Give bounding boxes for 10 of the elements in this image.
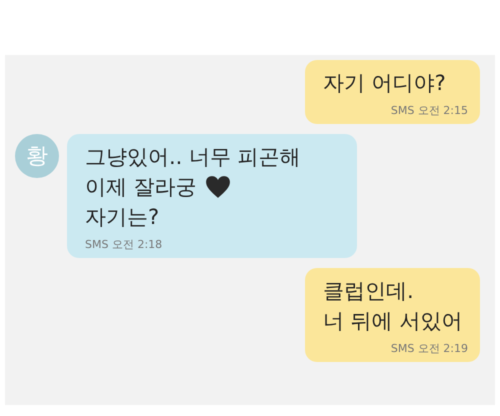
message-time: SMS 오전 2:15 xyxy=(390,104,468,118)
message-text: 이제 잘라궁 xyxy=(85,174,197,201)
message-time: SMS 오전 2:18 xyxy=(85,238,164,252)
message-text: 자기는? xyxy=(85,204,160,231)
message-text: 자기 어디야? xyxy=(323,70,446,97)
avatar: 황 xyxy=(15,134,59,178)
message-text: 클럽인데. xyxy=(323,278,414,305)
message-time: SMS 오전 2:19 xyxy=(390,342,468,356)
message-text: 그냥있어.. 너무 피곤해 xyxy=(85,144,301,171)
message-text: 너 뒤에 서있어 xyxy=(323,308,462,335)
